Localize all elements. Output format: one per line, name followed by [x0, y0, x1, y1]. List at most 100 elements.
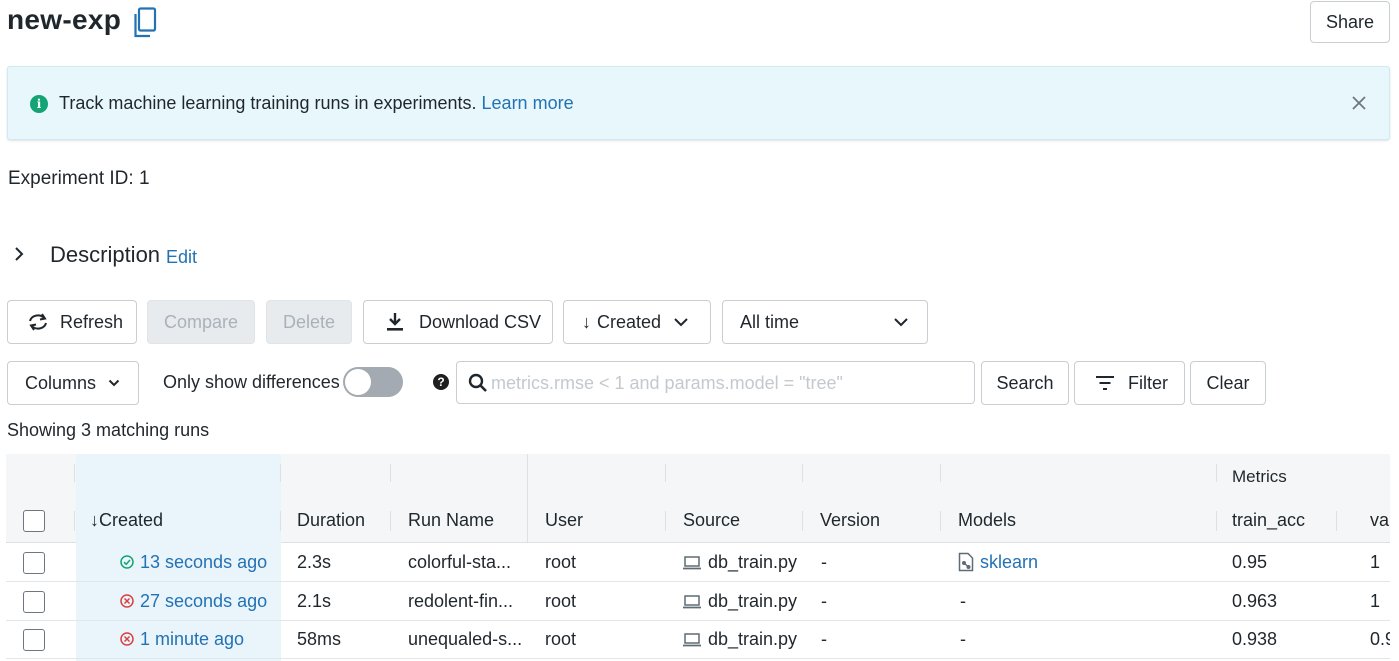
filter-button[interactable]: Filter	[1074, 361, 1185, 405]
column-separator	[280, 464, 281, 482]
filter-label: Filter	[1128, 372, 1168, 393]
columns-dropdown[interactable]: Columns	[7, 361, 139, 405]
row-checkbox[interactable]	[23, 552, 45, 574]
search-button[interactable]: Search	[981, 361, 1069, 405]
refresh-icon	[29, 313, 47, 331]
column-header-train-acc[interactable]: train_acc	[1232, 510, 1305, 531]
share-button[interactable]: Share	[1310, 1, 1390, 43]
run-version: -	[821, 591, 827, 611]
column-header-run-name[interactable]: Run Name	[408, 510, 494, 531]
metric-train-acc: 0.95	[1232, 552, 1268, 572]
table-row[interactable]: 1 minute ago 58ms unequaled-s... root db…	[6, 621, 1390, 659]
run-created-link[interactable]: 27 seconds ago	[140, 591, 267, 611]
copy-icon[interactable]	[132, 7, 158, 39]
time-range-value: All time	[740, 311, 800, 332]
delete-button[interactable]: Delete	[266, 300, 352, 344]
search-box	[456, 361, 975, 404]
experiment-id: Experiment ID: 1	[8, 168, 150, 190]
column-separator	[940, 511, 941, 531]
column-separator	[940, 464, 941, 482]
column-separator	[665, 464, 666, 482]
refresh-label: Refresh	[60, 311, 124, 332]
clear-button[interactable]: Clear	[1190, 361, 1266, 405]
column-separator	[1216, 511, 1217, 531]
table-row[interactable]: 13 seconds ago 2.3s colorful-sta... root…	[6, 544, 1390, 582]
run-source[interactable]: db_train.py	[682, 591, 797, 612]
compare-button[interactable]: Compare	[147, 300, 255, 344]
column-header-val[interactable]: val	[1370, 510, 1390, 531]
select-all-checkbox[interactable]	[23, 510, 45, 532]
column-header-version[interactable]: Version	[820, 510, 880, 531]
run-source-label: db_train.py	[708, 552, 798, 572]
search-input[interactable]	[489, 368, 959, 398]
success-icon	[120, 555, 134, 569]
banner-text: Track machine learning training runs in …	[59, 93, 477, 113]
column-header-user[interactable]: User	[545, 510, 583, 531]
run-created-link[interactable]: 1 minute ago	[140, 629, 244, 649]
run-name[interactable]: redolent-fin...	[408, 591, 513, 612]
experiment-id-label: Experiment ID:	[8, 168, 134, 189]
failed-icon	[120, 632, 134, 646]
failed-icon	[120, 594, 134, 608]
run-source[interactable]: db_train.py	[682, 552, 797, 573]
run-user: root	[545, 591, 577, 611]
columns-label: Columns	[25, 372, 97, 393]
run-user: root	[545, 552, 577, 572]
chevron-right-icon[interactable]	[12, 245, 26, 263]
metrics-group-header: Metrics	[1232, 467, 1287, 486]
run-source[interactable]: db_train.py	[682, 629, 797, 650]
column-header-source[interactable]: Source	[683, 510, 740, 531]
description-label: Description	[50, 242, 161, 267]
table-row[interactable]: 27 seconds ago 2.1s redolent-fin... root…	[6, 583, 1390, 621]
description-edit-link[interactable]: Edit	[166, 247, 197, 268]
run-name[interactable]: colorful-sta...	[408, 552, 511, 573]
run-models[interactable]: sklearn	[958, 552, 1038, 573]
laptop-icon	[683, 633, 701, 647]
matching-runs-count: Showing 3 matching runs	[7, 420, 210, 440]
arrow-down-icon: ↓	[582, 311, 591, 332]
run-created[interactable]: 13 seconds ago	[120, 552, 267, 573]
runs-table: Metrics ↓Created Duration Run Name User …	[6, 454, 1390, 661]
only-differences-toggle[interactable]	[343, 367, 403, 397]
metric-val: 1	[1370, 552, 1381, 572]
run-created[interactable]: 27 seconds ago	[120, 591, 267, 612]
run-created-link[interactable]: 13 seconds ago	[140, 552, 267, 572]
column-separator	[390, 464, 391, 482]
download-csv-button[interactable]: Download CSV	[363, 300, 553, 344]
column-separator	[74, 464, 75, 482]
column-separator	[1336, 511, 1337, 531]
download-csv-label: Download CSV	[419, 311, 542, 332]
column-header-created[interactable]: ↓Created	[90, 510, 163, 531]
run-version: -	[821, 552, 827, 572]
run-version: -	[821, 629, 827, 649]
column-header-duration[interactable]: Duration	[297, 510, 365, 531]
run-user: root	[545, 629, 577, 649]
help-icon[interactable]: ?	[433, 374, 449, 390]
column-separator	[802, 464, 803, 482]
info-banner: i Track machine learning training runs i…	[7, 66, 1390, 140]
run-duration: 2.1s	[297, 591, 332, 611]
model-link[interactable]: sklearn	[980, 552, 1038, 572]
row-checkbox[interactable]	[23, 591, 45, 613]
metric-val: 0.9	[1370, 629, 1390, 649]
search-icon	[468, 373, 487, 392]
run-duration: 2.3s	[297, 552, 332, 572]
refresh-button[interactable]: Refresh	[7, 300, 137, 344]
column-header-created-label: Created	[99, 510, 164, 530]
run-source-label: db_train.py	[708, 591, 798, 611]
column-header-models[interactable]: Models	[958, 510, 1016, 531]
run-name[interactable]: unequaled-s...	[408, 629, 522, 650]
learn-more-link[interactable]: Learn more	[482, 93, 574, 113]
sort-dropdown[interactable]: ↓ Created	[563, 300, 711, 344]
sort-label: Created	[597, 311, 662, 332]
run-duration: 58ms	[297, 629, 342, 649]
chevron-down-icon	[108, 379, 120, 387]
column-separator	[665, 511, 666, 531]
model-icon	[958, 552, 974, 572]
time-range-select[interactable]: All time	[722, 300, 928, 344]
page-header: new-exp Share	[0, 0, 1399, 50]
run-created[interactable]: 1 minute ago	[120, 629, 244, 650]
close-icon[interactable]	[1348, 91, 1370, 115]
chevron-down-icon	[674, 318, 688, 327]
row-checkbox[interactable]	[23, 629, 45, 651]
